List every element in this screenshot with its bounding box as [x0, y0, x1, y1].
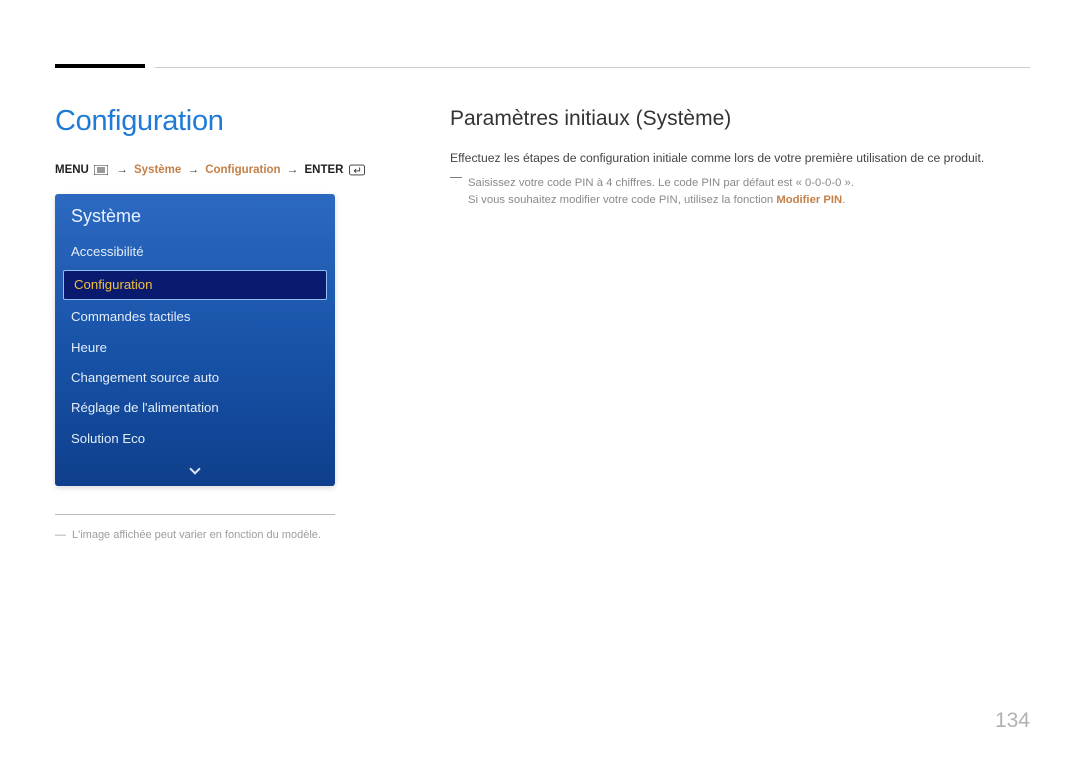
left-footnote: ―L'image affichée peut varier en fonctio…	[55, 527, 420, 544]
section-body: Effectuez les étapes de configuration in…	[450, 149, 1030, 169]
top-accent-bar	[55, 64, 145, 68]
chevron-down-icon	[189, 464, 200, 475]
breadcrumb-configuration: Configuration	[205, 164, 280, 176]
osd-item-solution-eco[interactable]: Solution Eco	[55, 424, 335, 454]
right-column: Paramètres initiaux (Système) Effectuez …	[420, 105, 1030, 544]
osd-item-commandes-tactiles[interactable]: Commandes tactiles	[55, 302, 335, 332]
osd-item-changement-source-auto[interactable]: Changement source auto	[55, 363, 335, 393]
osd-menu-list: Accessibilité Configuration Commandes ta…	[55, 237, 335, 454]
page-title: Configuration	[55, 105, 420, 138]
breadcrumb-arrow-icon: →	[188, 164, 200, 176]
osd-scroll-down[interactable]	[55, 454, 335, 486]
note-line-1: Saisissez votre code PIN à 4 chiffres. L…	[468, 175, 1030, 193]
left-footnote-text: L'image affichée peut varier en fonction…	[72, 529, 321, 541]
section-heading: Paramètres initiaux (Système)	[450, 107, 1030, 131]
left-column: Configuration MENU → Système → Configura…	[55, 105, 420, 544]
pin-note-block: Saisissez votre code PIN à 4 chiffres. L…	[450, 175, 1030, 210]
osd-menu-panel: Système Accessibilité Configuration Comm…	[55, 194, 335, 486]
osd-title: Système	[55, 194, 335, 237]
osd-item-heure[interactable]: Heure	[55, 333, 335, 363]
osd-item-accessibilite[interactable]: Accessibilité	[55, 237, 335, 267]
breadcrumb-enter-label: ENTER	[304, 164, 343, 176]
note-line-2: Si vous souhaitez modifier votre code PI…	[468, 192, 1030, 210]
osd-item-configuration[interactable]: Configuration	[63, 270, 327, 300]
note-line-2-suffix: .	[842, 194, 845, 206]
note-rule	[450, 177, 462, 178]
breadcrumb-menu-label: MENU	[55, 164, 89, 176]
breadcrumb: MENU → Système → Configuration → ENTER	[55, 164, 420, 176]
left-divider	[55, 514, 335, 515]
page-number: 134	[995, 709, 1030, 733]
osd-item-reglage-alimentation[interactable]: Réglage de l'alimentation	[55, 393, 335, 423]
enter-icon	[349, 164, 365, 176]
breadcrumb-arrow-icon: →	[287, 164, 299, 176]
breadcrumb-systeme: Système	[134, 164, 181, 176]
note-line-2-prefix: Si vous souhaitez modifier votre code PI…	[468, 194, 776, 206]
breadcrumb-arrow-icon: →	[116, 164, 128, 176]
note-line-2-accent: Modifier PIN	[776, 194, 842, 206]
top-horizontal-rule	[155, 67, 1030, 68]
menu-icon	[94, 164, 108, 176]
